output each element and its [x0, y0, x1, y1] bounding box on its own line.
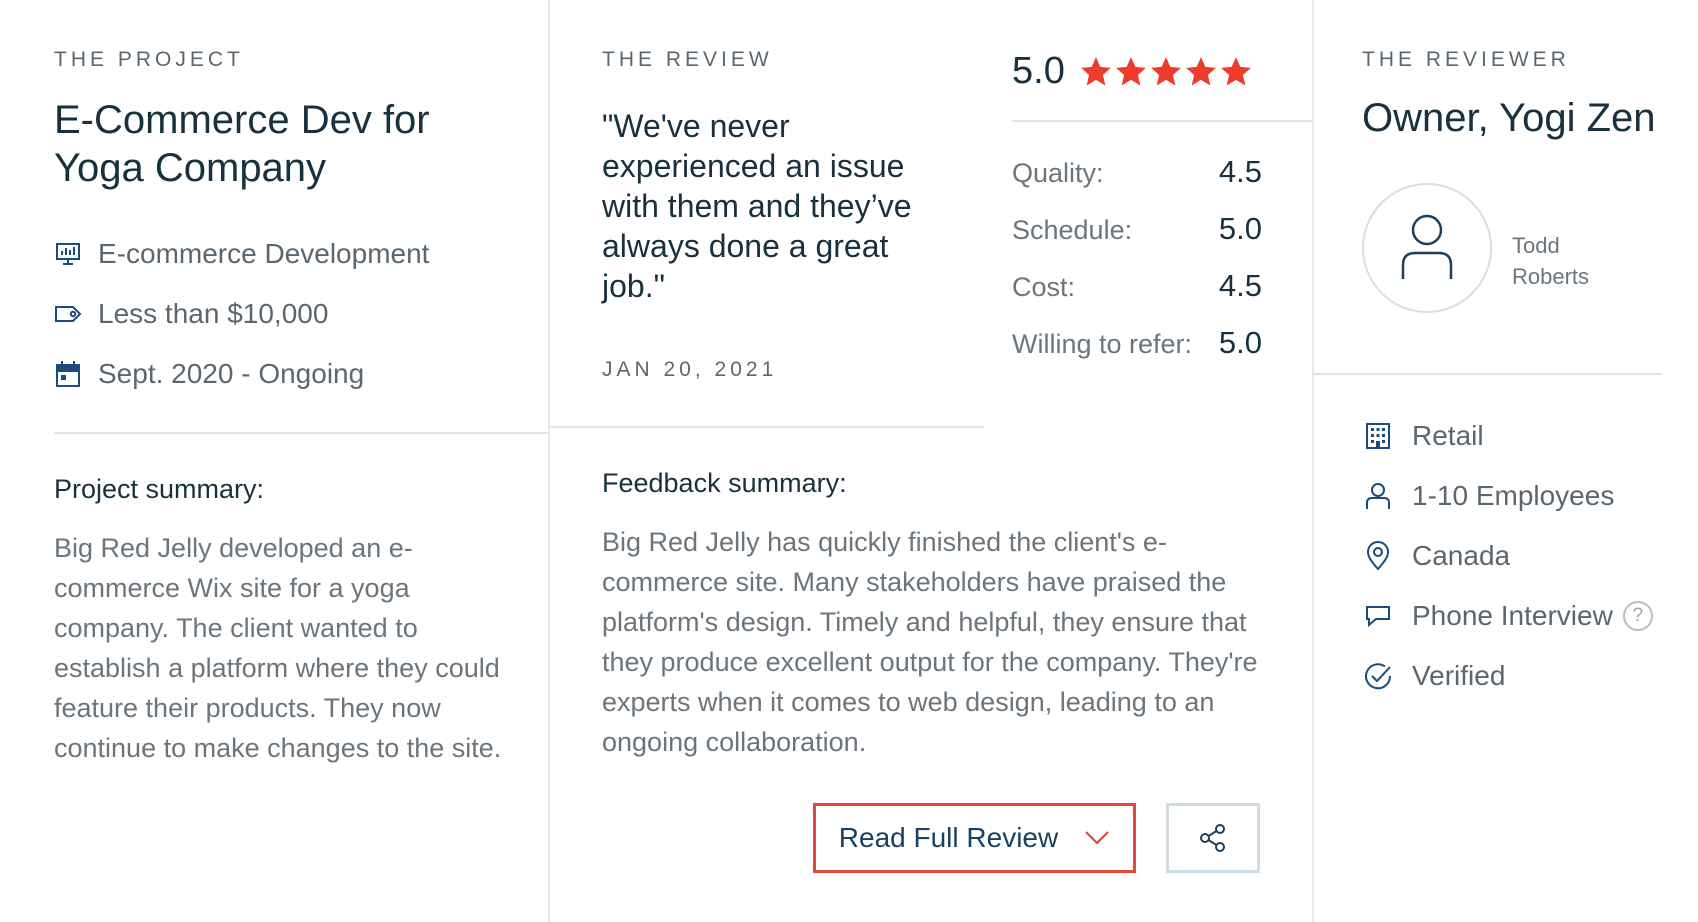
column-divider-right — [1312, 0, 1314, 922]
rating-label: Willing to refer: — [1012, 329, 1193, 359]
project-summary-title: Project summary: — [54, 474, 265, 504]
review-divider — [548, 426, 984, 428]
project-summary-text: Big Red Jelly developed an e-commerce Wi… — [54, 533, 502, 763]
rating-quality: Quality: 4.5 — [1012, 154, 1262, 190]
review-quote: "We've never experienced an issue with t… — [602, 108, 912, 304]
project-title: E-Commerce Dev for Yoga Company — [54, 98, 430, 190]
rating-label: Quality: — [1012, 158, 1104, 188]
user-icon — [1401, 214, 1453, 279]
reviewer-divider — [1312, 373, 1662, 375]
read-full-review-label: Read Full Review — [838, 822, 1059, 853]
rating-value: 5.0 — [1218, 325, 1262, 360]
review-eyebrow: THE REVIEW — [602, 48, 773, 71]
star-icon — [1115, 56, 1146, 85]
overall-rating: 5.0 — [1012, 50, 1254, 93]
chat-bubble-icon — [1362, 600, 1394, 632]
project-budget: Less than $10,000 — [98, 298, 329, 329]
rating-cost: Cost: 4.5 — [1012, 268, 1262, 304]
project-dates: Sept. 2020 - Ongoing — [98, 358, 365, 389]
reviewer-eyebrow: THE REVIEWER — [1362, 48, 1570, 71]
project-service: E-commerce Development — [98, 238, 430, 269]
verified-check-icon — [1362, 660, 1394, 692]
feedback-summary-title: Feedback summary: — [602, 468, 847, 498]
feedback-summary-text: Big Red Jelly has quickly finished the c… — [602, 527, 1258, 757]
rating-label: Schedule: — [1012, 215, 1133, 245]
reviewer-method-row: Phone Interview ? — [1362, 598, 1653, 634]
star-icon — [1185, 56, 1216, 85]
calendar-icon — [54, 360, 82, 388]
reviewer-first-name: Todd — [1512, 233, 1560, 258]
reviewer-location: Canada — [1412, 540, 1511, 571]
person-icon — [1362, 480, 1394, 512]
star-icon — [1150, 56, 1181, 85]
reviewer-title: Owner, Yogi Zen — [1362, 96, 1656, 140]
reviewer-name: Todd Roberts — [1512, 230, 1589, 292]
rating-value: 4.5 — [1218, 268, 1262, 303]
project-service-row: E-commerce Development — [54, 237, 429, 271]
price-tag-icon — [54, 300, 82, 328]
reviewer-method: Phone Interview — [1412, 600, 1613, 631]
reviewer-verified-row: Verified — [1362, 658, 1505, 694]
reviewer-last-name: Roberts — [1512, 264, 1590, 289]
map-pin-icon — [1362, 540, 1394, 572]
building-icon — [1362, 420, 1394, 452]
reviewer-industry-row: Retail — [1362, 418, 1484, 454]
reviewer-size-row: 1-10 Employees — [1362, 478, 1614, 514]
project-divider — [54, 432, 548, 434]
rating-value: 4.5 — [1218, 154, 1262, 189]
avatar — [1362, 183, 1492, 313]
review-date: JAN 20, 2021 — [602, 358, 778, 381]
reviewer-size: 1-10 Employees — [1412, 480, 1615, 511]
star-rating — [1079, 55, 1254, 89]
reviewer-location-row: Canada — [1362, 538, 1510, 574]
rating-willing-to-refer: Willing to refer: 5.0 — [1012, 325, 1262, 361]
reviewer-industry: Retail — [1412, 420, 1484, 451]
reviewer-status: Verified — [1412, 660, 1506, 691]
star-icon — [1220, 56, 1251, 85]
read-full-review-button[interactable]: Read Full Review — [813, 803, 1136, 873]
column-divider-left — [548, 0, 550, 922]
share-button[interactable] — [1166, 803, 1260, 873]
presentation-icon — [54, 240, 82, 268]
rating-label: Cost: — [1012, 272, 1076, 302]
project-eyebrow: THE PROJECT — [54, 48, 244, 71]
chevron-down-icon — [1085, 831, 1109, 845]
share-icon — [1200, 824, 1225, 852]
rating-divider — [1012, 120, 1312, 122]
project-budget-row: Less than $10,000 — [54, 297, 328, 331]
project-dates-row: Sept. 2020 - Ongoing — [54, 357, 364, 391]
rating-value: 5.0 — [1218, 211, 1262, 246]
overall-rating-value: 5.0 — [1012, 50, 1065, 92]
star-icon — [1080, 56, 1111, 85]
rating-schedule: Schedule: 5.0 — [1012, 211, 1262, 247]
help-icon[interactable]: ? — [1622, 601, 1653, 631]
